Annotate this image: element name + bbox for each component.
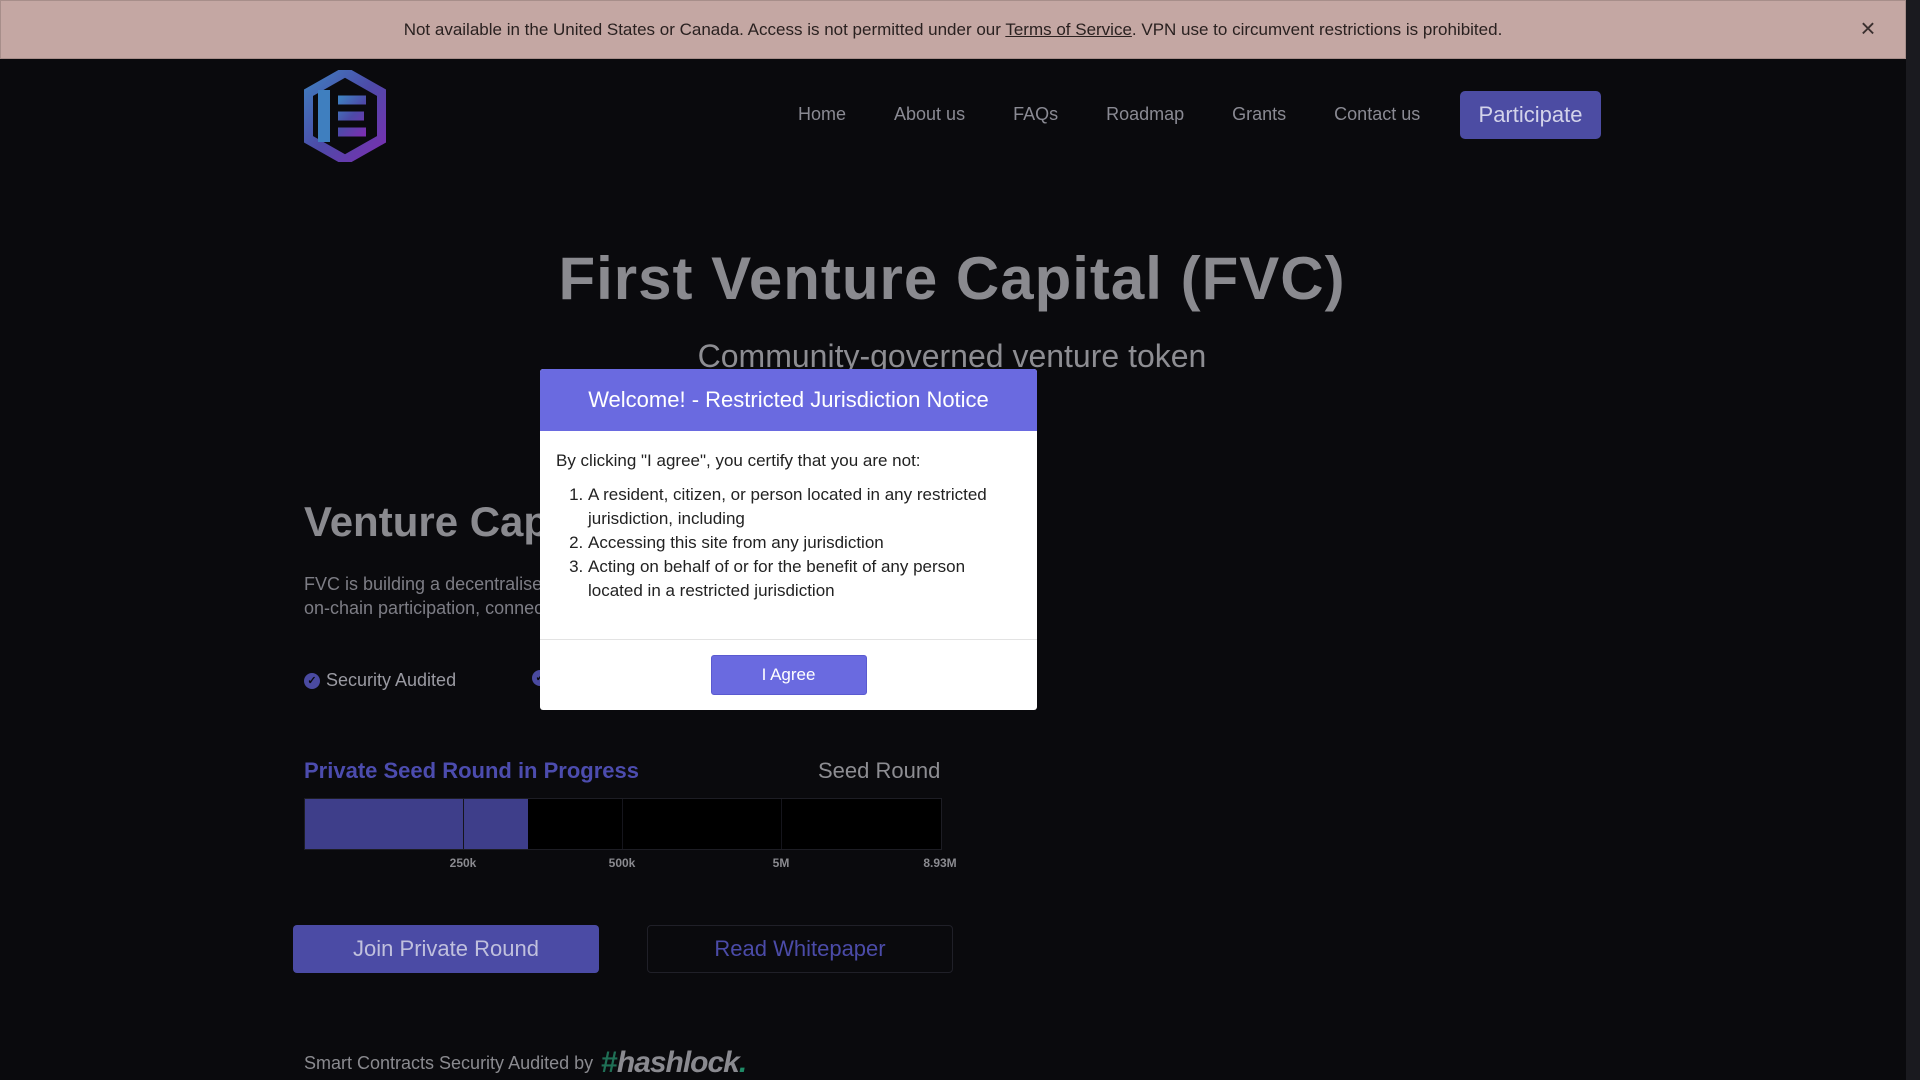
nav-about-us[interactable]: About us	[894, 104, 965, 125]
list-item: Acting on behalf of or for the benefit o…	[588, 555, 1021, 603]
i-agree-button[interactable]: I Agree	[710, 655, 867, 695]
terms-of-service-link[interactable]: Terms of Service	[1005, 20, 1132, 39]
jurisdiction-modal: Welcome! - Restricted Jurisdiction Notic…	[540, 369, 1037, 710]
scrollbar[interactable]	[1906, 0, 1920, 1080]
tick-label-5m: 5M	[772, 856, 790, 870]
progress-tick	[622, 799, 623, 849]
progress-tick	[463, 799, 464, 849]
nav-contact-us[interactable]: Contact us	[1334, 104, 1420, 125]
close-icon[interactable]: ×	[1855, 15, 1881, 41]
modal-list: A resident, citizen, or person located i…	[556, 483, 1021, 603]
read-whitepaper-button[interactable]: Read Whitepaper	[647, 925, 953, 973]
progress-round-label: Seed Round	[818, 758, 941, 783]
main-nav: Home About us FAQs Roadmap Grants Contac…	[798, 104, 1420, 125]
hashlock-logo[interactable]: #hashlock.	[601, 1046, 747, 1080]
check-icon: ✓	[304, 672, 320, 689]
progress-tick	[781, 799, 782, 849]
section-title: Venture Cap	[304, 498, 550, 545]
banner-text: Not available in the United States or Ca…	[403, 19, 1503, 39]
audit-line: Smart Contracts Security Audited by #has…	[304, 1046, 747, 1080]
tick-label-250k: 250k	[449, 856, 477, 870]
modal-intro: By clicking "I agree", you certify that …	[556, 451, 921, 470]
progress-fill	[305, 799, 528, 849]
tick-label-8-93m: 8.93M	[923, 856, 957, 870]
badge-security-audited: ✓ Security Audited	[304, 670, 456, 691]
modal-title: Welcome! - Restricted Jurisdiction Notic…	[540, 369, 1037, 431]
progress-title: Private Seed Round in Progress	[304, 758, 639, 783]
nav-faqs[interactable]: FAQs	[1013, 104, 1058, 125]
list-item: A resident, citizen, or person located i…	[588, 483, 1021, 531]
logo[interactable]	[303, 66, 387, 166]
tick-label-500k: 500k	[608, 856, 636, 870]
nav-home[interactable]: Home	[798, 104, 846, 125]
modal-body: By clicking "I agree", you certify that …	[540, 431, 1037, 603]
nav-roadmap[interactable]: Roadmap	[1106, 104, 1184, 125]
participate-button[interactable]: Participate	[1460, 91, 1601, 139]
restriction-banner: Not available in the United States or Ca…	[0, 0, 1906, 59]
nav-grants[interactable]: Grants	[1232, 104, 1286, 125]
modal-footer: I Agree	[540, 639, 1037, 710]
join-private-round-button[interactable]: Join Private Round	[293, 925, 599, 973]
list-item: Accessing this site from any jurisdictio…	[588, 531, 1021, 555]
hero-title: First Venture Capital (FVC)	[558, 245, 1346, 312]
progress-bar	[304, 798, 942, 850]
